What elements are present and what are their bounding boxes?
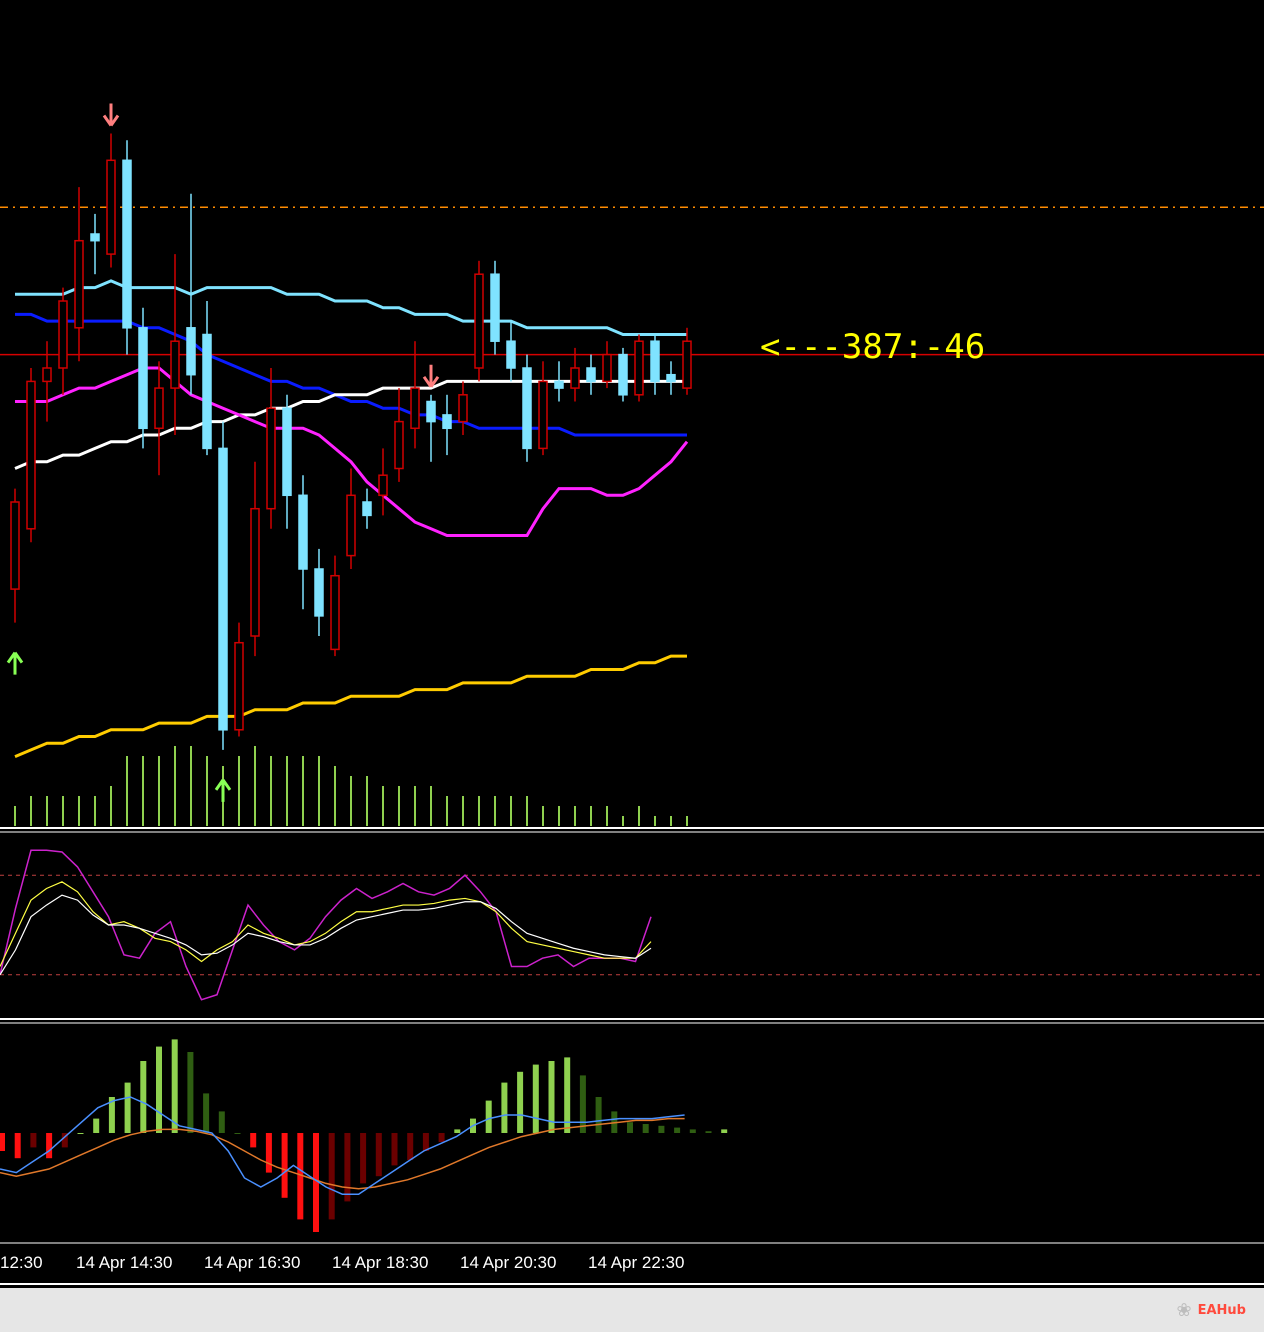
macd-histogram-bar	[30, 1133, 37, 1148]
macd-histogram-bar	[595, 1097, 602, 1133]
macd-histogram-bar	[407, 1133, 414, 1160]
candle-body	[58, 300, 68, 369]
macd-histogram-bar	[705, 1131, 712, 1133]
candle-body	[586, 367, 596, 383]
candle-body	[570, 367, 580, 389]
x-tick-label: 14 Apr 16:30	[204, 1253, 300, 1272]
candle-body	[602, 353, 612, 383]
candle-body	[170, 340, 180, 389]
candle-body	[426, 400, 436, 423]
macd-histogram-bar	[501, 1082, 508, 1133]
candle-body	[442, 414, 452, 430]
x-tick-label: 14 Apr 20:30	[460, 1253, 556, 1272]
x-tick-label: 12:30	[0, 1253, 43, 1272]
candle-body	[554, 380, 564, 389]
candle-body	[26, 380, 36, 530]
macd-histogram-bar	[454, 1129, 461, 1133]
x-tick-label: 14 Apr 22:30	[588, 1253, 684, 1272]
candle-body	[394, 420, 404, 470]
candle-body	[138, 327, 148, 430]
candle-body	[506, 340, 516, 369]
macd-histogram-bar	[218, 1111, 225, 1133]
candle-body	[538, 380, 548, 450]
macd-histogram-bar	[627, 1122, 633, 1133]
macd-histogram-bar	[156, 1046, 162, 1133]
macd-histogram-bar	[46, 1133, 53, 1159]
candle-body	[490, 273, 500, 342]
macd-histogram-bar	[658, 1125, 665, 1133]
macd-histogram-bar	[485, 1100, 492, 1133]
candle-body	[474, 273, 484, 369]
candle-body	[346, 494, 356, 557]
watermark-logo: ❀ EAHub	[1177, 1292, 1246, 1328]
candle-body	[106, 159, 116, 255]
candle-body	[682, 340, 692, 389]
candle-body	[314, 568, 324, 617]
x-tick-label: 14 Apr 18:30	[332, 1253, 428, 1272]
trading-chart: 12:30 14 Apr 14:30 14 Apr 16:30 14 Apr 1…	[0, 0, 1264, 1288]
candle-body	[90, 233, 100, 242]
macd-histogram-bar	[689, 1129, 696, 1133]
candle-body	[666, 373, 676, 383]
macd-histogram-bar	[328, 1133, 335, 1220]
macd-histogram-bar	[438, 1133, 445, 1142]
candle-body	[122, 159, 132, 329]
status-bar	[0, 1288, 1264, 1332]
candle-body	[234, 641, 244, 731]
candle-body	[378, 474, 388, 497]
macd-histogram-bar	[344, 1133, 351, 1202]
macd-histogram-bar	[391, 1133, 398, 1166]
tree-icon: ❀	[1176, 1299, 1192, 1321]
macd-histogram-bar	[422, 1133, 429, 1151]
candle-body	[410, 387, 420, 430]
candle-body	[186, 327, 196, 376]
candle-body	[250, 507, 260, 637]
macd-histogram-bar	[0, 1133, 5, 1151]
candle-body	[618, 353, 628, 396]
candle-body	[202, 333, 212, 450]
macd-histogram-bar	[360, 1133, 367, 1184]
macd-histogram-bar	[203, 1093, 210, 1133]
macd-histogram-bar	[140, 1061, 147, 1133]
price-annotation: <---387:-46	[760, 327, 985, 367]
candle-body	[458, 394, 468, 423]
macd-histogram-bar	[642, 1124, 649, 1133]
macd-histogram-bar	[579, 1075, 586, 1133]
macd-histogram-bar	[674, 1127, 681, 1133]
candle-body	[218, 447, 228, 731]
macd-histogram-bar	[77, 1133, 84, 1134]
candle-body	[522, 367, 532, 450]
macd-histogram-bar	[375, 1133, 382, 1177]
macd-histogram-bar	[250, 1133, 257, 1148]
macd-histogram-bar	[124, 1082, 131, 1133]
candle-body	[74, 239, 84, 329]
macd-histogram-bar	[14, 1133, 21, 1159]
macd-histogram-bar	[532, 1064, 539, 1133]
candle-body	[298, 494, 308, 570]
candle-body	[10, 501, 20, 590]
macd-histogram-bar	[171, 1039, 178, 1133]
candle-body	[266, 407, 276, 510]
macd-histogram-bar	[93, 1118, 100, 1133]
candle-body	[154, 387, 164, 430]
candle-body	[330, 574, 340, 651]
macd-histogram-bar	[721, 1129, 728, 1133]
macd-histogram-bar	[265, 1133, 272, 1173]
candle-body	[282, 407, 292, 497]
macd-histogram-bar	[517, 1071, 524, 1133]
x-tick-label: 14 Apr 14:30	[76, 1253, 172, 1272]
candle-body	[42, 367, 52, 383]
candle-body	[362, 501, 372, 517]
macd-histogram-bar	[234, 1133, 241, 1134]
candle-body	[650, 340, 660, 383]
watermark-brand: EAHub	[1197, 1302, 1246, 1318]
macd-histogram-bar	[281, 1133, 288, 1198]
macd-histogram-bar	[187, 1052, 194, 1133]
candle-body	[634, 340, 644, 396]
